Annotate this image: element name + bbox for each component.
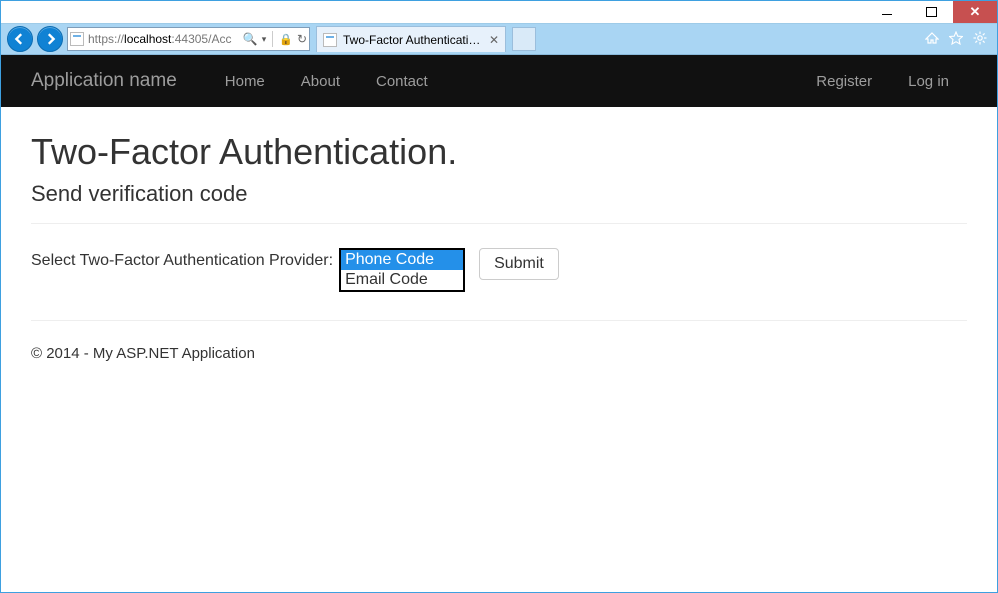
- back-button[interactable]: [7, 26, 33, 52]
- provider-option-phone[interactable]: Phone Code: [341, 250, 463, 270]
- address-bar-controls: 🔍 ▾ 🔒 ↻: [243, 31, 307, 47]
- address-bar[interactable]: https://localhost:44305/Acc 🔍 ▾ 🔒 ↻: [67, 27, 310, 51]
- browser-tab[interactable]: Two-Factor Authentication ... ✕: [316, 26, 506, 52]
- submit-button[interactable]: Submit: [479, 248, 559, 280]
- nav-link-register[interactable]: Register: [798, 58, 890, 105]
- page-title: Two-Factor Authentication.: [31, 131, 967, 173]
- home-icon[interactable]: [925, 31, 939, 48]
- divider: [31, 223, 967, 224]
- provider-option-email[interactable]: Email Code: [341, 270, 463, 290]
- arrow-right-icon: [44, 33, 56, 45]
- window-maximize-button[interactable]: [909, 1, 953, 23]
- arrow-left-icon: [14, 33, 26, 45]
- nav-links-right: Register Log in: [798, 58, 967, 105]
- window-close-button[interactable]: ✕: [953, 1, 997, 23]
- app-brand[interactable]: Application name: [31, 70, 177, 92]
- browser-window: ✕ https://localhost:44305/Acc 🔍 ▾ 🔒 ↻ Tw…: [0, 0, 998, 593]
- dropdown-icon[interactable]: ▾: [262, 34, 267, 45]
- search-icon[interactable]: 🔍: [243, 32, 258, 46]
- nav-links-left: Home About Contact: [207, 58, 446, 105]
- page-viewport: Application name Home About Contact Regi…: [1, 55, 997, 592]
- nav-link-login[interactable]: Log in: [890, 58, 967, 105]
- page-icon: [70, 32, 84, 46]
- nav-link-home[interactable]: Home: [207, 58, 283, 105]
- refresh-icon[interactable]: ↻: [297, 32, 307, 46]
- tab-title: Two-Factor Authentication ...: [343, 33, 483, 47]
- url-text: https://localhost:44305/Acc: [88, 32, 239, 46]
- forward-button[interactable]: [37, 26, 63, 52]
- browser-right-icons: [925, 31, 991, 48]
- favorites-icon[interactable]: [949, 31, 963, 48]
- main-content: Two-Factor Authentication. Send verifica…: [13, 107, 985, 362]
- provider-select[interactable]: Phone Code Email Code: [339, 248, 465, 292]
- provider-form-row: Select Two-Factor Authentication Provide…: [31, 248, 967, 292]
- provider-label: Select Two-Factor Authentication Provide…: [31, 248, 333, 270]
- tab-close-icon[interactable]: ✕: [489, 33, 499, 47]
- page-icon: [323, 33, 337, 47]
- nav-link-about[interactable]: About: [283, 58, 358, 105]
- divider: [31, 320, 967, 321]
- gear-icon[interactable]: [973, 31, 987, 48]
- nav-link-contact[interactable]: Contact: [358, 58, 446, 105]
- footer-text: © 2014 - My ASP.NET Application: [31, 345, 967, 362]
- lock-icon: 🔒: [279, 33, 293, 46]
- app-navbar: Application name Home About Contact Regi…: [1, 55, 997, 107]
- window-titlebar: ✕: [1, 1, 997, 23]
- new-tab-button[interactable]: [512, 27, 536, 51]
- page-subtitle: Send verification code: [31, 181, 967, 207]
- window-minimize-button[interactable]: [865, 1, 909, 23]
- browser-toolbar: https://localhost:44305/Acc 🔍 ▾ 🔒 ↻ Two-…: [1, 23, 997, 55]
